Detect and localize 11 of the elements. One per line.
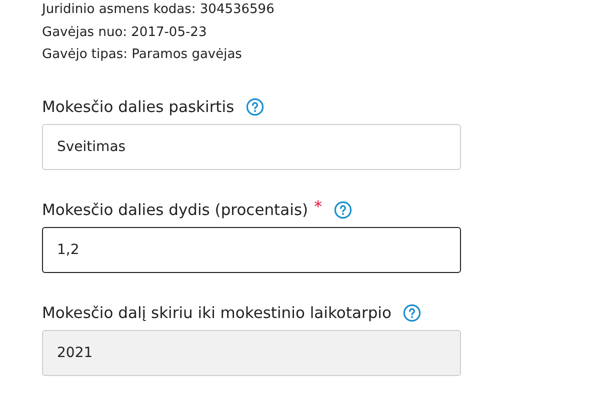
input-field[interactable]: Sveitimas	[42, 124, 461, 170]
info-text: Gavėjas nuo: 2017-05-23	[42, 24, 208, 42]
required-mark: *	[314, 197, 322, 216]
info-text: Gavėjo tipas: Paramos gavėjas	[42, 46, 243, 64]
field-label: Mokesčio dalies dydis (procentais)	[42, 200, 308, 218]
field-label: Mokesčio dalies paskirtis	[42, 98, 234, 116]
input-field[interactable]: 1,2	[42, 226, 461, 272]
field-label: Mokesčio dalį skiriu iki mokestinio laikotarpio	[42, 304, 392, 322]
help-icon[interactable]	[246, 98, 264, 116]
help-icon[interactable]	[334, 200, 352, 218]
info-text: Juridinio asmens kodas: 304536596	[42, 1, 276, 19]
